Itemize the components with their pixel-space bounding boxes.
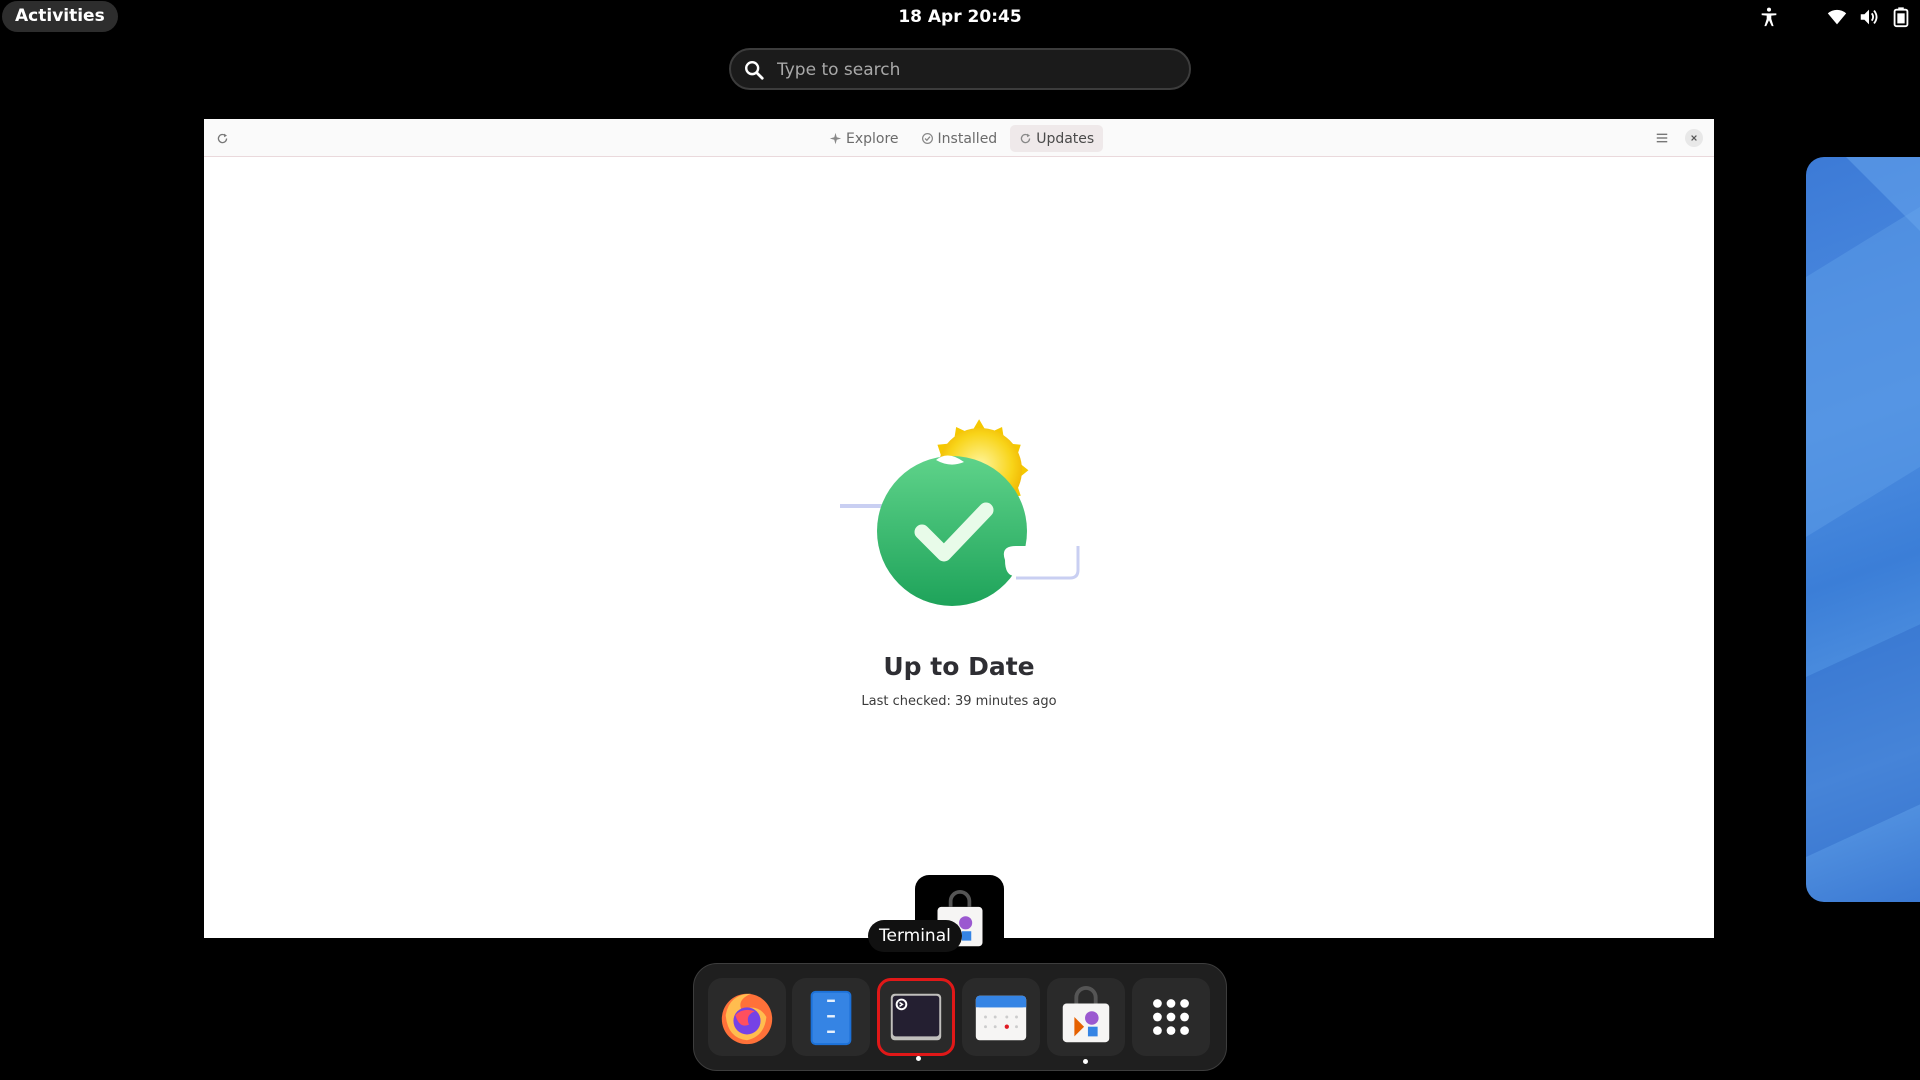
tab-updates[interactable]: Updates <box>1010 125 1104 152</box>
wifi-icon[interactable] <box>1826 6 1848 28</box>
dash-app-calendar[interactable] <box>962 978 1040 1056</box>
tab-label: Updates <box>1036 130 1095 147</box>
terminal-icon <box>890 993 942 1041</box>
search-bar[interactable] <box>729 48 1191 90</box>
running-indicator <box>1083 1059 1088 1064</box>
files-icon <box>810 990 852 1046</box>
dash-app-software[interactable] <box>1047 978 1125 1064</box>
running-indicator <box>916 1056 921 1061</box>
clock[interactable]: 18 Apr 20:45 <box>860 0 1060 34</box>
dash-app-files[interactable] <box>792 978 870 1056</box>
tab-explore[interactable]: Explore <box>820 125 908 152</box>
battery-icon[interactable] <box>1890 6 1912 28</box>
accessibility-icon[interactable] <box>1758 6 1780 28</box>
software-window[interactable]: Explore Installed Updates Up to Date Las… <box>204 119 1714 938</box>
installed-icon <box>921 133 933 144</box>
last-checked-text: Last checked: 39 minutes ago <box>861 694 1057 709</box>
hamburger-icon <box>1656 133 1668 143</box>
refresh-icon <box>217 133 227 143</box>
dash-show-apps[interactable] <box>1132 978 1210 1056</box>
header-bar: Explore Installed Updates <box>204 119 1714 157</box>
app-grid-icon <box>1153 999 1189 1035</box>
tab-label: Installed <box>937 130 998 147</box>
close-button[interactable] <box>1685 129 1703 147</box>
explore-icon <box>829 132 842 145</box>
top-bar: Activities 18 Apr 20:45 <box>0 0 1920 34</box>
volume-icon[interactable] <box>1858 6 1880 28</box>
wallpaper-shapes <box>1806 157 1920 857</box>
view-switcher: Explore Installed Updates <box>820 125 1104 152</box>
tab-label: Explore <box>846 130 899 147</box>
dash <box>693 963 1227 1071</box>
main-menu-button[interactable] <box>1652 128 1672 148</box>
software-icon <box>1062 986 1110 1043</box>
next-workspace-preview[interactable] <box>1806 157 1920 902</box>
search-input[interactable] <box>775 50 1179 90</box>
dash-tooltip: Terminal <box>868 920 962 952</box>
activities-button[interactable]: Activities <box>2 1 118 32</box>
dash-app-terminal[interactable] <box>877 978 955 1061</box>
desktop: Activities 18 Apr 20:45 Type to search E… <box>0 0 1920 1080</box>
dash-app-firefox[interactable] <box>708 978 786 1056</box>
calendar-icon <box>975 995 1027 1041</box>
firefox-icon <box>721 993 773 1045</box>
search-icon <box>745 61 764 80</box>
refresh-button[interactable] <box>212 128 232 148</box>
updates-icon <box>1021 133 1031 144</box>
system-tray[interactable] <box>1758 0 1912 34</box>
status-title: Up to Date <box>883 652 1035 681</box>
close-icon <box>1691 135 1697 141</box>
tab-installed[interactable]: Installed <box>912 125 1007 152</box>
up-to-date-illustration <box>840 419 1080 606</box>
